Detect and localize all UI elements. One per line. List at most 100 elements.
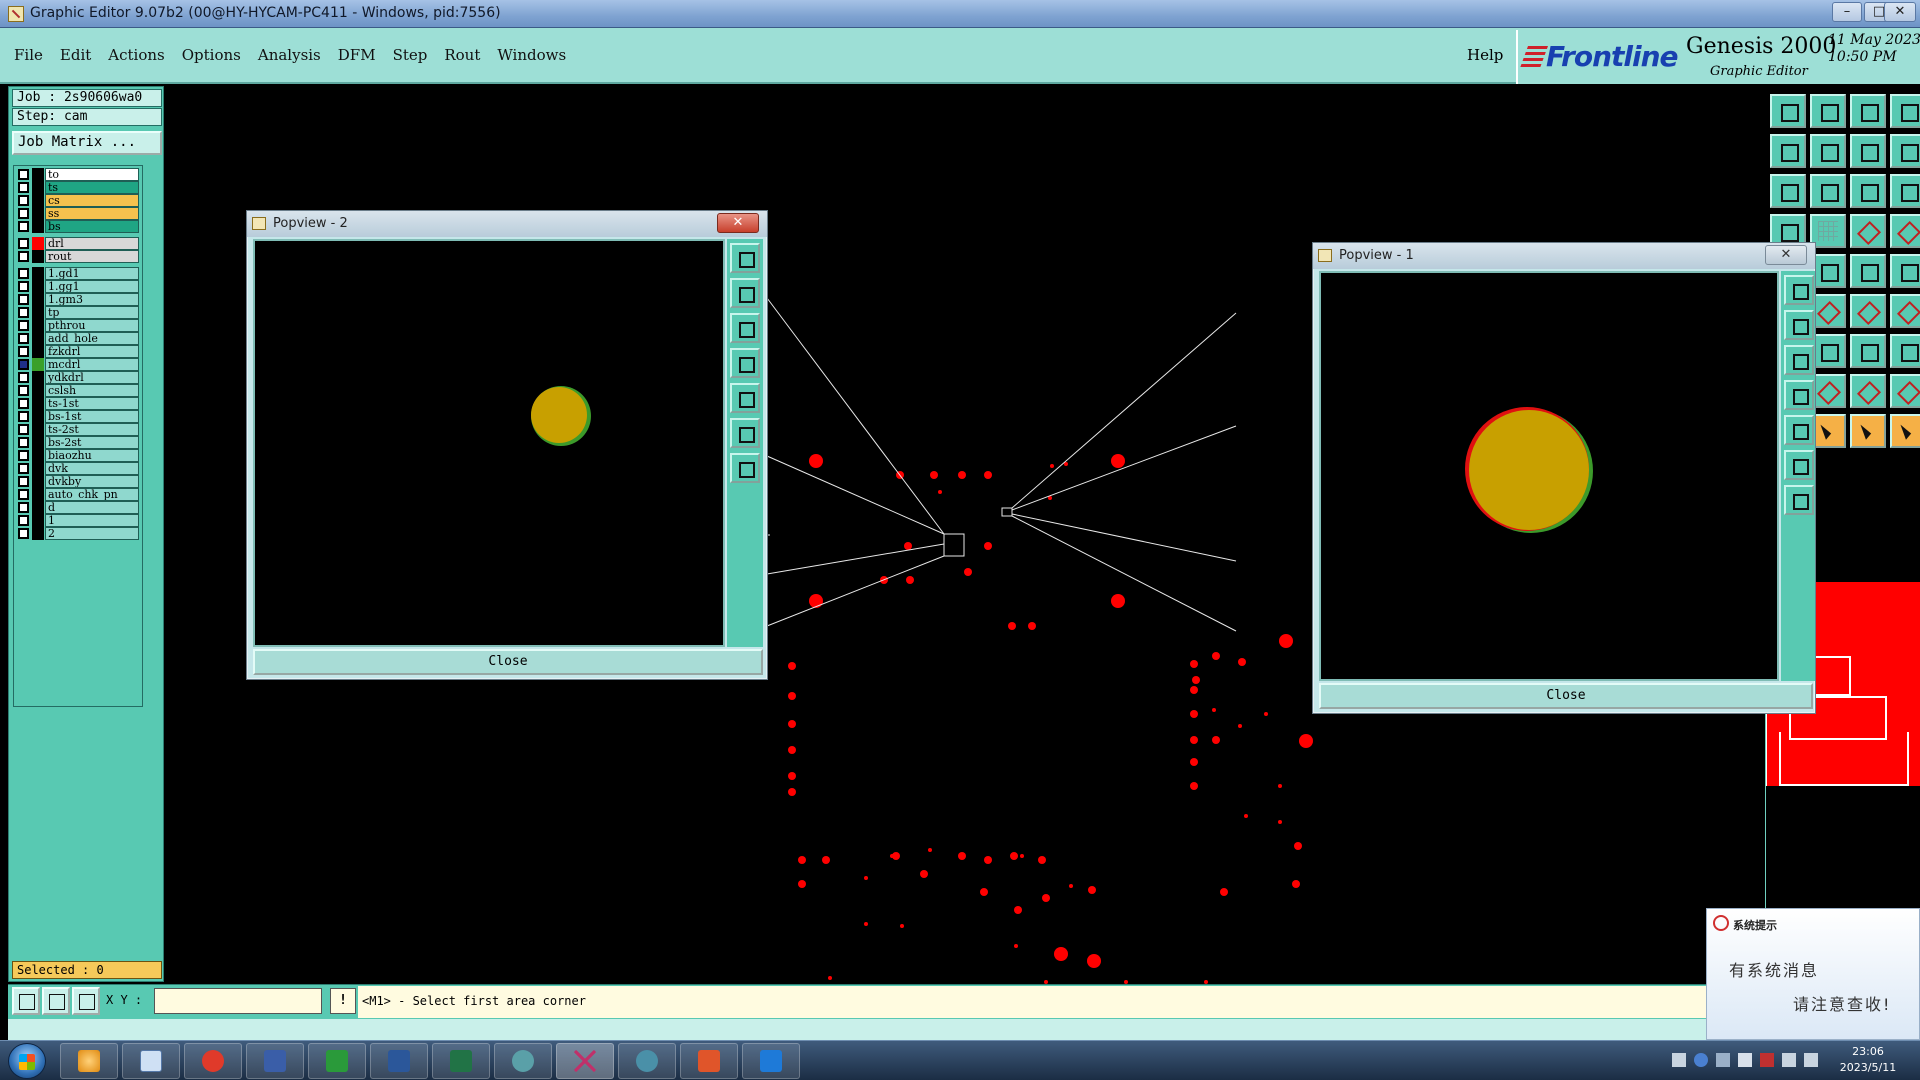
layer-name[interactable]: 2 — [45, 527, 139, 540]
menu-help[interactable]: Help — [1467, 46, 1503, 64]
popview-2-close-x-button[interactable]: ✕ — [717, 213, 759, 233]
layer-row-dvk[interactable]: dvk — [16, 462, 140, 475]
menu-analysis[interactable]: Analysis — [258, 46, 321, 64]
popview-tool-button-2[interactable] — [1784, 345, 1814, 375]
tray-volume-icon[interactable] — [1782, 1053, 1796, 1067]
layer-checkbox[interactable] — [18, 195, 29, 206]
taskbar-app-shell[interactable] — [60, 1043, 118, 1079]
popview-1-close-x-button[interactable]: ✕ — [1765, 245, 1807, 265]
command-icon[interactable]: ! — [330, 988, 356, 1014]
layer-row-ydkdrl[interactable]: ydkdrl — [16, 371, 140, 384]
layer-checkbox[interactable] — [18, 437, 29, 448]
tray-keyboard-icon[interactable] — [1672, 1053, 1686, 1067]
layer-name[interactable]: 1 — [45, 514, 139, 527]
tool-button-5-2[interactable] — [1850, 294, 1886, 328]
grid-tool-button[interactable] — [72, 987, 100, 1015]
layer-checkbox[interactable] — [18, 281, 29, 292]
layer-checkbox[interactable] — [18, 502, 29, 513]
layer-row-1.gm3[interactable]: 1.gm3 — [16, 293, 140, 306]
tray-help-icon[interactable] — [1694, 1053, 1708, 1067]
tool-button-2-1[interactable] — [1810, 174, 1846, 208]
layer-checkbox[interactable] — [18, 333, 29, 344]
layer-row-ts-2st[interactable]: ts-2st — [16, 423, 140, 436]
popview-tool-button-1[interactable] — [730, 278, 760, 308]
tool-button-1-1[interactable] — [1810, 134, 1846, 168]
layer-row-cslsh[interactable]: cslsh — [16, 384, 140, 397]
layer-name[interactable]: pthrou — [45, 319, 139, 332]
layer-checkbox[interactable] — [18, 169, 29, 180]
taskbar-app-eye[interactable] — [494, 1043, 552, 1079]
menu-edit[interactable]: Edit — [60, 46, 91, 64]
tool-button-6-2[interactable] — [1850, 334, 1886, 368]
layer-row-biaozhu[interactable]: biaozhu — [16, 449, 140, 462]
popview-tool-button-4[interactable] — [730, 383, 760, 413]
layer-checkbox[interactable] — [18, 411, 29, 422]
layer-row-fzkdrl[interactable]: fzkdrl — [16, 345, 140, 358]
layer-row-rout[interactable]: rout — [16, 250, 140, 263]
layer-checkbox[interactable] — [18, 294, 29, 305]
tool-button-5-3[interactable] — [1890, 294, 1920, 328]
tool-button-2-0[interactable] — [1770, 174, 1806, 208]
layer-checkbox[interactable] — [18, 385, 29, 396]
layer-row-cs[interactable]: cs — [16, 194, 140, 207]
layer-name[interactable]: mcdrl — [45, 358, 139, 371]
job-matrix-button[interactable]: Job Matrix ... — [12, 131, 162, 155]
layer-name[interactable]: 1.gg1 — [45, 280, 139, 293]
layer-row-1.gg1[interactable]: 1.gg1 — [16, 280, 140, 293]
popview-2-canvas[interactable] — [253, 239, 725, 647]
tool-button-4-2[interactable] — [1850, 254, 1886, 288]
layer-name[interactable]: 1.gd1 — [45, 267, 139, 280]
popview-tool-button-5[interactable] — [730, 418, 760, 448]
tool-button-0-0[interactable] — [1770, 94, 1806, 128]
layer-row-add_hole[interactable]: add_hole — [16, 332, 140, 345]
layer-name[interactable]: 1.gm3 — [45, 293, 139, 306]
taskbar-app-word[interactable] — [370, 1043, 428, 1079]
popview-tool-button-3[interactable] — [730, 348, 760, 378]
layer-name[interactable]: bs-2st — [45, 436, 139, 449]
taskbar-app-green[interactable] — [308, 1043, 366, 1079]
layer-name[interactable]: ts — [45, 181, 139, 194]
layer-name[interactable]: dvkby — [45, 475, 139, 488]
system-notification[interactable]: 系统提示 有系统消息 请注意查收! — [1706, 908, 1920, 1040]
menu-windows[interactable]: Windows — [497, 46, 566, 64]
popview-1-canvas[interactable] — [1319, 271, 1779, 681]
tool-button-2-2[interactable] — [1850, 174, 1886, 208]
layer-checkbox[interactable] — [18, 372, 29, 383]
layer-name[interactable]: fzkdrl — [45, 345, 139, 358]
layer-name[interactable]: bs-1st — [45, 410, 139, 423]
layer-checkbox[interactable] — [18, 251, 29, 262]
layer-checkbox[interactable] — [18, 320, 29, 331]
menu-options[interactable]: Options — [182, 46, 241, 64]
layer-row-pthrou[interactable]: pthrou — [16, 319, 140, 332]
menu-file[interactable]: File — [14, 46, 43, 64]
taskbar-app-orange[interactable] — [680, 1043, 738, 1079]
layer-checkbox[interactable] — [18, 489, 29, 500]
menu-rout[interactable]: Rout — [444, 46, 480, 64]
menu-dfm[interactable]: DFM — [338, 46, 376, 64]
layer-row-ss[interactable]: ss — [16, 207, 140, 220]
tool-button-8-3[interactable] — [1890, 414, 1920, 448]
layer-row-1.gd1[interactable]: 1.gd1 — [16, 267, 140, 280]
layer-name[interactable]: cslsh — [45, 384, 139, 397]
tool-button-3-2[interactable] — [1850, 214, 1886, 248]
layer-checkbox[interactable] — [18, 515, 29, 526]
close-window-button[interactable]: ✕ — [1884, 2, 1916, 22]
layer-row-d[interactable]: d — [16, 501, 140, 514]
tool-button-7-3[interactable] — [1890, 374, 1920, 408]
tool-button-7-2[interactable] — [1850, 374, 1886, 408]
layer-name[interactable]: dvk — [45, 462, 139, 475]
layer-name[interactable]: to — [45, 168, 139, 181]
layer-name[interactable]: biaozhu — [45, 449, 139, 462]
layer-name[interactable]: ydkdrl — [45, 371, 139, 384]
layer-name[interactable]: ts-1st — [45, 397, 139, 410]
layer-name[interactable]: add_hole — [45, 332, 139, 345]
tool-button-2-3[interactable] — [1890, 174, 1920, 208]
popview-tool-button-6[interactable] — [1784, 485, 1814, 515]
layer-row-drl[interactable]: drl — [16, 237, 140, 250]
tool-button-1-0[interactable] — [1770, 134, 1806, 168]
taskbar-app-save[interactable] — [246, 1043, 304, 1079]
tool-button-0-2[interactable] — [1850, 94, 1886, 128]
menu-actions[interactable]: Actions — [108, 46, 164, 64]
tool-button-1-2[interactable] — [1850, 134, 1886, 168]
taskbar-app-blue[interactable] — [742, 1043, 800, 1079]
